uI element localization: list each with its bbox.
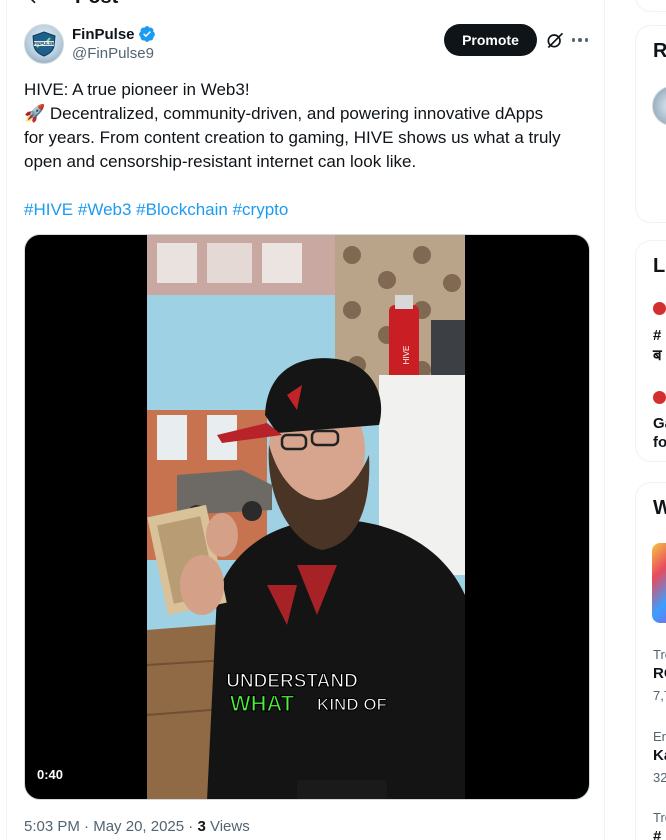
trend-count: 7,7 [653, 688, 666, 703]
hashtag-link[interactable]: #Blockchain [136, 200, 228, 219]
trend-name[interactable]: # [653, 828, 661, 840]
live-card: Li # ब Ga fo [635, 240, 666, 462]
card-title: W [653, 497, 666, 519]
video-duration: 0:40 [37, 767, 64, 782]
right-sidebar: R Li # ब Ga fo W Tre RC 7,7 En Ka 32 Tre… [635, 0, 666, 840]
views-label: Views [209, 818, 250, 835]
live-item-text[interactable]: fo [653, 434, 666, 451]
author-row: FINPULSE FinPulse @FinPulse9 Promote [24, 22, 594, 66]
live-indicator-icon [653, 302, 666, 315]
tweet-line: for years. From content creation to gami… [24, 128, 561, 147]
promote-button[interactable]: Promote [444, 24, 537, 56]
grok-icon[interactable] [545, 30, 565, 50]
tweet-line: 🚀 Decentralized, community-driven, and p… [24, 104, 544, 123]
video-player[interactable]: HIVE UNDERSTAND WHAT KIND OF 0:40 [24, 234, 590, 800]
video-still: HIVE UNDERSTAND WHAT KIND OF [147, 235, 465, 799]
trend-meta: En [653, 729, 666, 744]
tweet-line: HIVE: A true pioneer in Web3! [24, 80, 250, 99]
live-indicator-icon [653, 391, 666, 404]
hashtag-link[interactable]: #HIVE [24, 200, 73, 219]
post-date[interactable]: May 20, 2025 [93, 818, 184, 835]
trend-name[interactable]: RC [653, 665, 666, 682]
page-title: Post [75, 0, 118, 9]
verified-badge-icon [138, 26, 155, 42]
relevant-people-card: R [635, 25, 666, 223]
more-icon[interactable] [570, 30, 590, 50]
svg-text:HIVE: HIVE [402, 346, 411, 365]
avatar[interactable] [652, 86, 666, 126]
svg-text:FINPULSE: FINPULSE [34, 41, 55, 46]
live-item-text[interactable]: ब [653, 345, 662, 365]
trend-image[interactable] [652, 543, 666, 623]
trend-meta: Tre [653, 810, 666, 825]
search-card[interactable] [635, 0, 666, 12]
post-meta: 5:03 PM · May 20, 2025 · 3 Views [24, 818, 250, 835]
whats-happening-card: W Tre RC 7,7 En Ka 32 Tre # [635, 482, 666, 840]
live-item-text[interactable]: Ga [653, 415, 666, 432]
hashtag-list: #HIVE #Web3 #Blockchain #crypto [24, 198, 288, 222]
author-name-text: FinPulse [72, 25, 135, 43]
hashtag-link[interactable]: #Web3 [78, 200, 132, 219]
post-time[interactable]: 5:03 PM [24, 818, 80, 835]
card-title: R [653, 40, 666, 62]
meta-separator: · [188, 818, 194, 835]
video-frame[interactable]: HIVE UNDERSTAND WHAT KIND OF [147, 235, 465, 799]
main-column: Post FINPULSE FinPulse @FinPulse9 Promot… [6, 0, 605, 840]
tweet-line: open and censorship-resistant internet c… [24, 152, 417, 171]
author-name[interactable]: FinPulse [72, 25, 156, 43]
trend-name[interactable]: Ka [653, 747, 666, 764]
back-arrow-icon[interactable] [25, 0, 45, 7]
tweet-text: HIVE: A true pioneer in Web3! 🚀 Decentra… [24, 78, 584, 174]
meta-separator: · [84, 818, 90, 835]
post-header: Post [7, 0, 118, 10]
video-caption-line1: UNDERSTAND [226, 671, 358, 692]
video-caption-highlight: WHAT [230, 691, 295, 716]
live-item-text[interactable]: # [653, 327, 661, 344]
trend-meta: Tre [653, 647, 666, 662]
shield-logo-icon: FINPULSE [32, 31, 56, 57]
card-title: Li [653, 255, 666, 277]
video-caption-rest: KIND OF [317, 695, 387, 714]
trend-count: 32 [653, 770, 666, 785]
views-count: 3 [197, 818, 206, 835]
author-handle[interactable]: @FinPulse9 [72, 45, 154, 62]
avatar[interactable]: FINPULSE [24, 24, 64, 64]
hashtag-link[interactable]: #crypto [233, 200, 289, 219]
